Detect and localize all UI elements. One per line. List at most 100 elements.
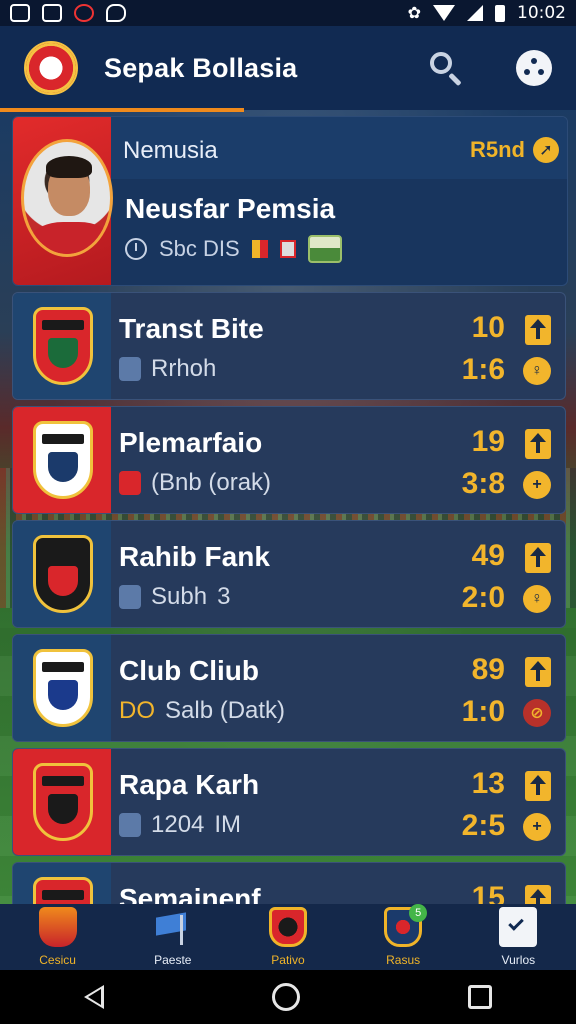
back-icon[interactable] [84, 985, 104, 1009]
score-bottom: 1:6 [461, 353, 505, 386]
match-row[interactable]: Plemarfaio (Bnb (orak) 19 3:8 + [12, 406, 566, 514]
status-time: 10:02 [517, 3, 566, 23]
score-bottom: 2:5 [461, 809, 505, 842]
app-icon [42, 4, 62, 22]
arrow-up-icon[interactable] [525, 543, 551, 573]
status-left-icons [10, 4, 126, 22]
home-crest-icon [38, 907, 77, 947]
action-circle-icon[interactable]: ♀ [523, 585, 551, 613]
nav-item-cesicu[interactable]: Cesicu [8, 907, 108, 967]
team-name: Rahib Fank [119, 541, 270, 572]
team-crest-icon [33, 307, 93, 385]
bottom-navigation: Cesicu Paeste Pativo 5 Rasus Vurlos [0, 904, 576, 970]
search-icon[interactable] [426, 48, 466, 88]
club-crest-icon [268, 907, 307, 947]
app-logo [24, 41, 78, 95]
team-subline: 1204 IM [119, 811, 241, 839]
featured-sub-text: Sbc DIS [159, 236, 240, 261]
battery-icon [495, 4, 505, 22]
chat-icon [106, 4, 126, 22]
team-sub-text: Subh [151, 583, 208, 610]
round-arrow-icon[interactable]: ➚ [533, 137, 559, 163]
status-bar: ✿ 10:02 [0, 0, 576, 26]
nav-item-pativo[interactable]: Pativo [238, 907, 338, 967]
app-title: Sepak Bollasia [104, 52, 298, 83]
team-name: Transt Bite [119, 313, 264, 344]
team-sub-suffix: IM [214, 811, 242, 838]
featured-subline: Sbc DIS [125, 235, 342, 263]
tab-indicator [0, 108, 244, 112]
arrow-up-icon[interactable] [525, 657, 551, 687]
team-crest-icon [33, 763, 93, 841]
score-bottom: 1:0 [461, 695, 505, 728]
home-icon[interactable] [272, 983, 300, 1011]
match-row[interactable]: Rahib Fank Subh 3 49 2:0 ♀ [12, 520, 566, 628]
arrow-up-icon[interactable] [525, 429, 551, 459]
flag-icon [154, 907, 192, 947]
team-crest-icon [33, 649, 93, 727]
nav-label: Rasus [386, 953, 421, 967]
flag-icon [279, 240, 296, 258]
app-bar: Sepak Bollasia [0, 26, 576, 110]
status-right: ✿ 10:02 [408, 3, 566, 23]
score-top: 13 [471, 767, 505, 800]
action-circle-icon[interactable]: + [523, 813, 551, 841]
stadium-icon [307, 235, 342, 263]
match-row[interactable]: Transt Bite Rrhoh 10 1:6 ♀ [12, 292, 566, 400]
team-sub-prefix: DO [119, 697, 155, 724]
team-sub-icon [119, 813, 141, 837]
team-subline: Subh 3 [119, 583, 230, 611]
nav-label: Vurlos [501, 953, 536, 967]
flag-icon [251, 240, 268, 258]
team-sub-text: (Bnb (orak) [151, 469, 272, 496]
team-crest-icon [33, 421, 93, 499]
team-name: Plemarfaio [119, 427, 263, 458]
arrow-up-icon[interactable] [525, 771, 551, 801]
team-sub-suffix: 3 [217, 583, 231, 610]
more-icon[interactable] [516, 50, 552, 86]
score-top: 19 [471, 425, 505, 458]
team-subline: DO Salb (Datk) [119, 697, 285, 725]
featured-player-card[interactable]: Nemusia R5nd ➚ Neusfar Pemsia Sbc DIS [12, 116, 568, 286]
action-circle-icon[interactable]: ⊘ [523, 699, 551, 727]
player-name: Neusfar Pemsia [125, 193, 336, 224]
score-top: 49 [471, 539, 505, 572]
record-icon [74, 4, 94, 22]
nav-label: Paeste [154, 953, 192, 967]
team-sub-icon [119, 357, 141, 381]
system-navigation [0, 970, 576, 1024]
arrow-up-icon[interactable] [525, 315, 551, 345]
team-crest-icon [33, 535, 93, 613]
action-circle-icon[interactable]: + [523, 471, 551, 499]
photo-icon [10, 4, 30, 22]
score-top: 89 [471, 653, 505, 686]
score-top: 10 [471, 311, 505, 344]
score-bottom: 2:0 [461, 581, 505, 614]
match-row[interactable]: Club Cliub DO Salb (Datk) 89 1:0 ⊘ [12, 634, 566, 742]
wifi-icon [433, 5, 455, 21]
nav-item-rasus[interactable]: 5 Rasus [353, 904, 453, 967]
action-circle-icon[interactable]: ♀ [523, 357, 551, 385]
nav-label: Pativo [271, 953, 305, 967]
clock-icon [125, 238, 147, 260]
team-subline: (Bnb (orak) [119, 469, 271, 497]
vibrate-icon: ✿ [407, 5, 421, 22]
team-sub-icon [119, 471, 141, 495]
recents-icon[interactable] [468, 985, 492, 1009]
match-row[interactable]: Rapa Karh 1204 IM 13 2:5 + [12, 748, 566, 856]
team-sub-text: Rrhoh [151, 355, 217, 382]
notification-badge: 5 [409, 904, 428, 922]
team-sub-text: Salb (Datk) [165, 697, 286, 724]
nav-label: Cesicu [39, 953, 76, 967]
team-sub-icon [119, 585, 141, 609]
signal-icon [467, 5, 483, 21]
team-name: Club Cliub [119, 655, 259, 686]
featured-league: Nemusia [123, 137, 218, 164]
team-name: Rapa Karh [119, 769, 260, 800]
player-avatar [21, 139, 113, 257]
team-sub-text: 1204 [151, 811, 205, 838]
nav-item-vurlos[interactable]: Vurlos [468, 907, 568, 967]
score-bottom: 3:8 [461, 467, 505, 500]
badge-crest-icon: 5 [384, 904, 428, 947]
nav-item-paeste[interactable]: Paeste [123, 907, 223, 967]
